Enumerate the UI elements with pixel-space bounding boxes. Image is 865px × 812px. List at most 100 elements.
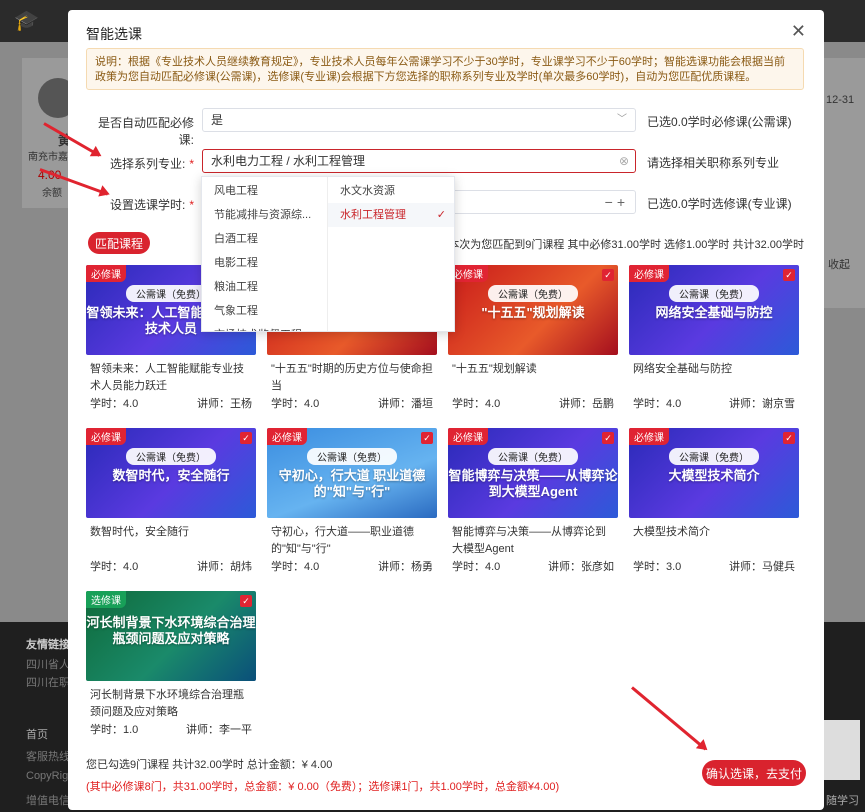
balance-label: 余额: [42, 188, 62, 199]
course-card[interactable]: 必修课 ✓ 公需课（免费） "十五五"规划解读 "十五五"规划解读 学时：4.0 讲师：岳鹏: [448, 265, 618, 417]
course-title[interactable]: 数智时代，安全随行: [90, 524, 252, 558]
checkbox-checked-icon[interactable]: ✓: [783, 269, 795, 281]
checkbox-checked-icon[interactable]: ✓: [602, 432, 614, 444]
thumbnail-banner-text: 数智时代，安全随行: [112, 468, 230, 483]
lecturer-label: 讲师：: [197, 398, 230, 410]
selection-detail: (其中必修课8门，共31.00学时，总金额：¥ 0.00（免费）；选修课1门，共…: [86, 781, 560, 793]
lecturer-label: 讲师：: [378, 398, 411, 410]
hours-label: 学时：: [271, 561, 304, 573]
course-title[interactable]: 河长制背景下水环境综合治理瓶颈问题及应对策略: [90, 687, 252, 721]
checkbox-checked-icon[interactable]: ✓: [421, 432, 433, 444]
lecturer-label: 讲师：: [548, 561, 581, 573]
footer-line: 四川省人: [26, 659, 70, 671]
course-thumbnail[interactable]: 必修课 ✓ 公需课（免费） 网络安全基础与防控: [629, 265, 799, 355]
cascader-option[interactable]: 风电工程: [202, 179, 327, 203]
cascader-option[interactable]: 市场技术监督工程: [202, 323, 327, 331]
course-hours: 4.0: [485, 398, 501, 410]
lecturer: 讲师：潘垣: [378, 395, 433, 411]
major-label: 选择系列专业: *: [109, 157, 194, 171]
hours-label: 学时：: [90, 724, 123, 736]
cascader-option[interactable]: 白酒工程: [202, 227, 327, 251]
course-title[interactable]: 智领未来：人工智能赋能专业技术人员能力跃迁: [90, 361, 252, 395]
course-title[interactable]: 网络安全基础与防控: [633, 361, 795, 395]
course-hours: 1.0: [123, 724, 139, 736]
lecturer-name: 潘垣: [411, 398, 433, 410]
footer-line: 四川在职: [26, 677, 70, 689]
cascader-major-column: 水文水资源 水利工程管理 ✓: [328, 177, 454, 331]
course-hours: 4.0: [304, 561, 320, 573]
course-card[interactable]: 必修课 ✓ 公需课（免费） 数智时代，安全随行 数智时代，安全随行 学时：4.0 讲师：胡炜: [86, 428, 256, 580]
course-hours: 3.0: [666, 561, 682, 573]
lecturer: 讲师：胡炜: [197, 558, 252, 574]
lecturer: 讲师：张彦如: [548, 558, 614, 574]
course-card[interactable]: 选修课 ✓ 河长制背景下水环境综合治理瓶颈问题及应对策略 河长制背景下水环境综合治理瓶…: [86, 591, 256, 743]
course-type-badge: 选修课: [86, 591, 126, 608]
course-card[interactable]: 必修课 ✓ 公需课（免费） 大模型技术简介 大模型技术简介 学时：3.0 讲师：马健兵: [629, 428, 799, 580]
lecturer: 讲师：杨勇: [378, 558, 433, 574]
lecturer: 讲师：岳鹏: [559, 395, 614, 411]
footer-nav-home[interactable]: 首页: [26, 726, 48, 742]
clear-icon[interactable]: ⊗: [619, 150, 629, 172]
course-meta: 学时：4.0 讲师：胡炜: [90, 558, 252, 574]
lecturer: 讲师：马健兵: [729, 558, 795, 574]
hours-label: 学时：: [633, 398, 666, 410]
course-hours: 4.0: [304, 398, 320, 410]
thumbnail-banner-text: 网络安全基础与防控: [655, 305, 773, 320]
close-icon[interactable]: ✕: [791, 22, 806, 40]
auto-required-row: 是否自动匹配必修课: 是 ﹀ 已选0.0学时必修课(公需课): [86, 108, 804, 147]
auto-required-select[interactable]: 是 ﹀: [202, 108, 636, 132]
thumbnail-banner-text: 守初心，行大道 职业道德的"知"与"行": [278, 468, 426, 499]
checkbox-checked-icon[interactable]: ✓: [240, 432, 252, 444]
policy-notice: 说明：根据《专业技术人员继续教育规定》，专业技术人员每年公需课学习不少于30学时…: [86, 48, 804, 90]
course-thumbnail[interactable]: 必修课 ✓ 公需课（免费） 大模型技术简介: [629, 428, 799, 518]
course-title[interactable]: "十五五"规划解读: [452, 361, 614, 395]
course-card[interactable]: 必修课 ✓ 公需课（免费） 网络安全基础与防控 网络安全基础与防控 学时：4.0 讲师：谢京…: [629, 265, 799, 417]
checkbox-checked-icon[interactable]: ✓: [602, 269, 614, 281]
lecturer-name: 谢京雪: [762, 398, 795, 410]
lecturer-name: 胡炜: [230, 561, 252, 573]
course-title[interactable]: 守初心，行大道——职业道德的"知"与"行": [271, 524, 433, 558]
cascader-option[interactable]: 粮油工程: [202, 275, 327, 299]
major-cascader[interactable]: 水利电力工程 / 水利工程管理 ⊗: [202, 149, 636, 173]
cascader-option[interactable]: 节能减排与资源综...: [202, 203, 327, 227]
match-courses-button[interactable]: 匹配课程: [88, 232, 150, 254]
checkbox-checked-icon[interactable]: ✓: [783, 432, 795, 444]
collapse-link[interactable]: 收起: [828, 256, 850, 272]
thumbnail-banner-text: 智能博弈与决策——从博弈论到大模型Agent: [448, 468, 618, 499]
checkbox-checked-icon[interactable]: ✓: [240, 595, 252, 607]
course-title[interactable]: "十五五"时期的历史方位与使命担当: [271, 361, 433, 395]
checkmark-icon: ✓: [436, 209, 446, 221]
course-card[interactable]: 必修课 ✓ 公需课（免费） 智能博弈与决策——从博弈论到大模型Agent 智能博弈与决策…: [448, 428, 618, 580]
course-thumbnail[interactable]: 选修课 ✓ 河长制背景下水环境综合治理瓶颈问题及应对策略: [86, 591, 256, 681]
chevron-down-icon: ﹀: [617, 114, 627, 125]
course-type-badge: 必修课: [267, 428, 307, 445]
thumbnail-banner-text: 大模型技术简介: [668, 468, 760, 483]
course-type-badge: 必修课: [629, 428, 669, 445]
course-type-badge: 必修课: [86, 428, 126, 445]
course-thumbnail[interactable]: 必修课 ✓ 公需课（免费） 数智时代，安全随行: [86, 428, 256, 518]
major-cascader-dropdown: 风电工程 节能减排与资源综... 白酒工程 电影工程 粮油工程 气象工程 市场技…: [201, 176, 455, 332]
stepper-icon[interactable]: −+: [605, 191, 629, 213]
course-thumbnail[interactable]: 必修课 ✓ 公需课（免费） "十五五"规划解读: [448, 265, 618, 355]
dialog-title: 智能选课: [86, 26, 142, 42]
lecturer-label: 讲师：: [729, 398, 762, 410]
auto-required-label: 是否自动匹配必修课:: [97, 116, 194, 147]
cascader-option[interactable]: 电影工程: [202, 251, 327, 275]
hours-label: 学时：: [90, 561, 123, 573]
course-thumbnail[interactable]: 必修课 ✓ 公需课（免费） 守初心，行大道 职业道德的"知"与"行": [267, 428, 437, 518]
cascader-option-selected[interactable]: 水利工程管理 ✓: [328, 203, 454, 227]
course-title[interactable]: 智能博弈与决策——从博弈论到大模型Agent: [452, 524, 614, 558]
course-card[interactable]: 必修课 ✓ 公需课（免费） 守初心，行大道 职业道德的"知"与"行" 守初心，行大道——…: [267, 428, 437, 580]
course-title[interactable]: 大模型技术简介: [633, 524, 795, 558]
course-thumbnail[interactable]: 必修课 ✓ 公需课（免费） 智能博弈与决策——从博弈论到大模型Agent: [448, 428, 618, 518]
footer-links-title: 友情链接: [26, 639, 70, 651]
free-public-pill: 公需课（免费）: [126, 448, 216, 465]
lecturer-name: 马健兵: [762, 561, 795, 573]
cascader-option[interactable]: 水文水资源: [328, 179, 454, 203]
selection-summary: 您已勾选9门课程 共计32.00学时 总计金额：¥ 4.00: [86, 759, 333, 771]
confirm-pay-button[interactable]: 确认选课，去支付: [702, 760, 806, 786]
free-public-pill: 公需课（免费）: [488, 285, 578, 302]
major-hint: 请选择相关职称系列专业: [647, 156, 780, 170]
cascader-option[interactable]: 气象工程: [202, 299, 327, 323]
hours-label: 学时：: [452, 398, 485, 410]
